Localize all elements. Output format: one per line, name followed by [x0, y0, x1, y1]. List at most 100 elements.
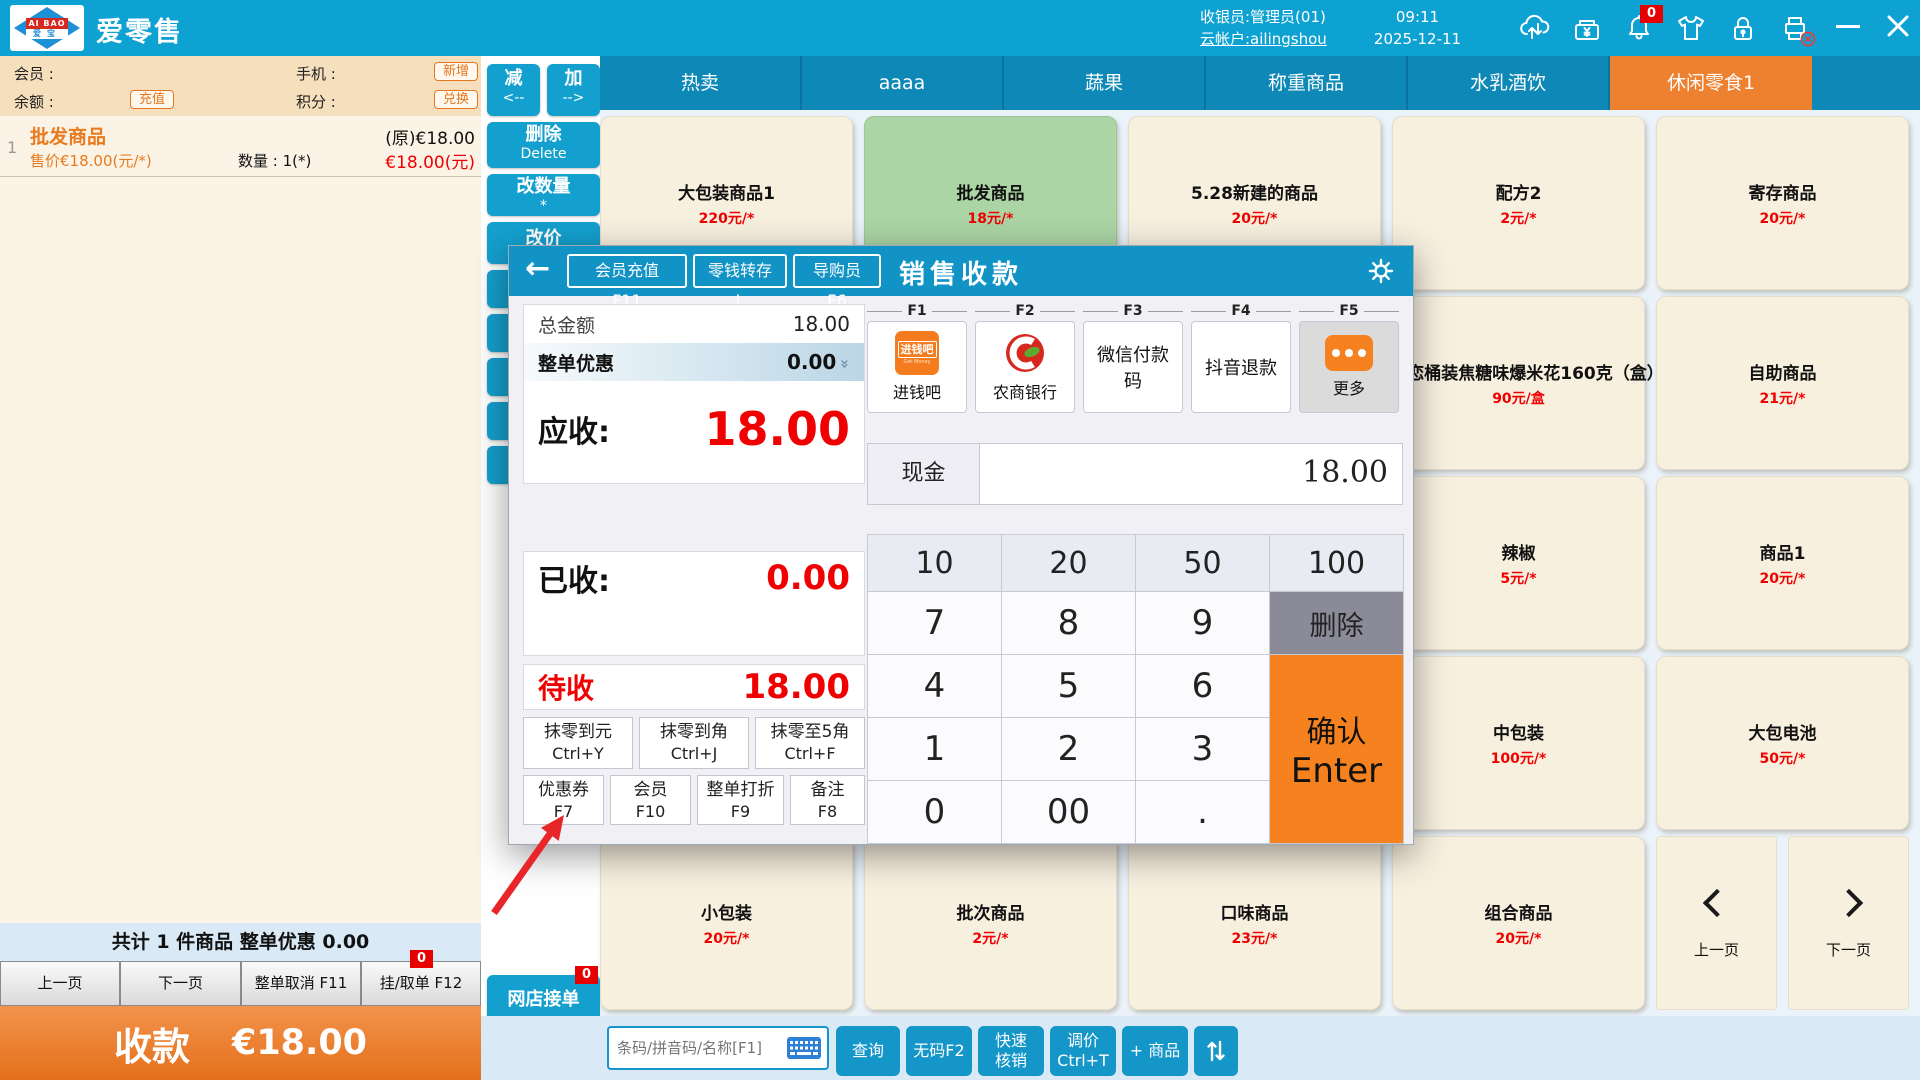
payment-tile-bank[interactable]: F2 农商银行 — [975, 303, 1075, 413]
hold-retrieve-button[interactable]: 挂/取单 F12 0 — [361, 961, 481, 1006]
product-card[interactable]: 商品1 20元/* — [1656, 476, 1909, 650]
increase-qty-button[interactable]: 加 --> — [547, 64, 600, 116]
product-price: 2元/* — [972, 928, 1008, 948]
tab-snacks-selected[interactable]: 休闲零食1 — [1610, 56, 1812, 110]
numpad-key-dot[interactable]: . — [1136, 781, 1269, 843]
product-price: 20元/* — [704, 928, 750, 948]
product-name: 小包装 — [701, 899, 752, 924]
product-name: 组合商品 — [1485, 899, 1553, 924]
adjust-price-button[interactable]: 调价 Ctrl+T — [1050, 1026, 1116, 1076]
product-card[interactable]: 琴之恋桶装焦糖味爆米花160克（盒） 90元/盒 — [1392, 296, 1645, 470]
numpad-key-delete[interactable]: 删除 — [1270, 592, 1403, 654]
member-shortcut: F10 — [611, 802, 690, 822]
product-card[interactable]: 口味商品 23元/* — [1128, 836, 1381, 1010]
numpad-key-7[interactable]: 7 — [868, 592, 1001, 654]
payment-tile-douyin-refund[interactable]: F4 抖音退款 — [1191, 303, 1291, 413]
barcode-search-input[interactable] — [615, 1038, 787, 1058]
void-order-button[interactable]: 整单取消 F11 — [241, 961, 361, 1006]
product-card[interactable]: 小包装 20元/* — [600, 836, 853, 1010]
numpad-key-10[interactable]: 10 — [868, 535, 1001, 591]
delete-sub: Delete — [487, 146, 600, 162]
tab-weighed[interactable]: 称重商品 — [1206, 56, 1408, 110]
order-discount-shortcut: F9 — [698, 802, 783, 822]
minimize-button[interactable] — [1836, 25, 1860, 28]
no-barcode-button[interactable]: 无码F2 — [906, 1026, 972, 1076]
order-discount-button[interactable]: 整单打折 F9 — [697, 775, 784, 825]
delete-line-button[interactable]: 删除 Delete — [487, 122, 600, 168]
product-card[interactable]: 组合商品 20元/* — [1392, 836, 1645, 1010]
cart-item-original-price: (原)€18.00 — [385, 124, 475, 149]
product-card[interactable]: 中包装 100元/* — [1392, 656, 1645, 830]
numpad-key-2[interactable]: 2 — [1002, 718, 1135, 780]
tab-drinks[interactable]: 水乳酒饮 — [1408, 56, 1610, 110]
gear-icon[interactable] — [1365, 255, 1397, 287]
cart-next-page-button[interactable]: 下一页 — [120, 961, 241, 1006]
keyboard-icon[interactable] — [787, 1037, 821, 1059]
grid-prev-page-button[interactable]: 上一页 — [1656, 836, 1777, 1010]
product-card[interactable]: 自助商品 21元/* — [1656, 296, 1909, 470]
numpad-key-enter[interactable]: 确认 Enter — [1270, 655, 1403, 843]
query-button[interactable]: 查询 — [836, 1026, 900, 1076]
quick-verify-line1: 快速 — [995, 1031, 1027, 1051]
numpad-key-20[interactable]: 20 — [1002, 535, 1135, 591]
checkout-button[interactable]: 收款 €18.00 — [0, 1006, 481, 1080]
numpad-key-6[interactable]: 6 — [1136, 655, 1269, 717]
cloud-account-link[interactable]: 云帐户:ailingshou — [1200, 28, 1360, 50]
product-card[interactable]: 配方2 2元/* — [1392, 116, 1645, 290]
bell-icon[interactable]: 0 — [1622, 11, 1656, 45]
cart-prev-page-button[interactable]: 上一页 — [0, 961, 120, 1006]
cash-drawer-icon[interactable] — [1570, 11, 1604, 45]
numpad-key-00[interactable]: 00 — [1002, 781, 1135, 843]
numpad-key-9[interactable]: 9 — [1136, 592, 1269, 654]
tab-hot[interactable]: 热卖 — [600, 56, 802, 110]
product-card[interactable]: 寄存商品 20元/* — [1656, 116, 1909, 290]
change-qty-button[interactable]: 改数量 * — [487, 174, 600, 216]
numpad-key-100[interactable]: 100 — [1270, 535, 1403, 591]
numpad-key-50[interactable]: 50 — [1136, 535, 1269, 591]
recharge-button[interactable]: 充值 — [130, 90, 174, 109]
product-card[interactable]: 批次商品 2元/* — [864, 836, 1117, 1010]
cash-amount-input[interactable]: 18.00 — [979, 443, 1403, 505]
decrease-qty-button[interactable]: 减 <-- — [487, 64, 540, 116]
product-price: 20元/* — [1760, 568, 1806, 588]
payment-tile-more[interactable]: F5 更多 — [1299, 303, 1399, 413]
hold-count-badge: 0 — [410, 950, 433, 968]
close-button[interactable] — [1884, 12, 1912, 44]
sort-toggle-button[interactable] — [1194, 1026, 1238, 1076]
numpad-key-0[interactable]: 0 — [868, 781, 1001, 843]
remark-button[interactable]: 备注 F8 — [790, 775, 865, 825]
rural-bank-logo-icon — [1003, 331, 1047, 375]
add-product-button[interactable]: + 商品 — [1122, 1026, 1188, 1076]
round-to-jiao-button[interactable]: 抹零到角 Ctrl+J — [639, 717, 749, 769]
tab-produce[interactable]: 蔬果 — [1004, 56, 1206, 110]
numpad-key-3[interactable]: 3 — [1136, 718, 1269, 780]
tab-aaaa[interactable]: aaaa — [802, 56, 1004, 110]
numpad-key-4[interactable]: 4 — [868, 655, 1001, 717]
quick-verify-button[interactable]: 快速 核销 — [978, 1026, 1044, 1076]
numpad-key-5[interactable]: 5 — [1002, 655, 1135, 717]
received-value: 0.00 — [766, 558, 850, 598]
cart-item-row[interactable]: 1 批发商品 (原)€18.00 售价€18.00(元/*) 数量 : 1(*)… — [0, 118, 481, 177]
chevron-right-icon — [1834, 889, 1862, 917]
numpad-key-8[interactable]: 8 — [1002, 592, 1135, 654]
redeem-button[interactable]: 兑换 — [434, 90, 478, 109]
round-to-yuan-button[interactable]: 抹零到元 Ctrl+Y — [523, 717, 633, 769]
payment-tile-wechat-code[interactable]: F3 微信付款码 — [1083, 303, 1183, 413]
product-card[interactable]: 辣椒 5元/* — [1392, 476, 1645, 650]
round-to-jiao-label: 抹零到角 — [640, 720, 748, 744]
grid-next-page-button[interactable]: 下一页 — [1788, 836, 1909, 1010]
lock-icon[interactable] — [1726, 11, 1760, 45]
payment-tile-jinqianba[interactable]: F1 进钱吧 Get Money 进钱吧 — [867, 303, 967, 413]
member-button[interactable]: 会员 F10 — [610, 775, 691, 825]
numpad-key-1[interactable]: 1 — [868, 718, 1001, 780]
checkout-amount: €18.00 — [232, 1023, 367, 1063]
order-discount-row[interactable]: 整单优惠 0.00» — [524, 343, 864, 381]
shirt-icon[interactable] — [1674, 11, 1708, 45]
coupon-button[interactable]: 优惠券 F7 — [523, 775, 604, 825]
printer-icon[interactable] — [1778, 11, 1812, 45]
round-to-half-jiao-button[interactable]: 抹零至5角 Ctrl+F — [755, 717, 865, 769]
product-card[interactable]: 大包电池 50元/* — [1656, 656, 1909, 830]
barcode-search-box[interactable] — [607, 1026, 829, 1070]
add-member-button[interactable]: 新增 — [434, 62, 478, 81]
cloud-sync-icon[interactable] — [1518, 11, 1552, 45]
